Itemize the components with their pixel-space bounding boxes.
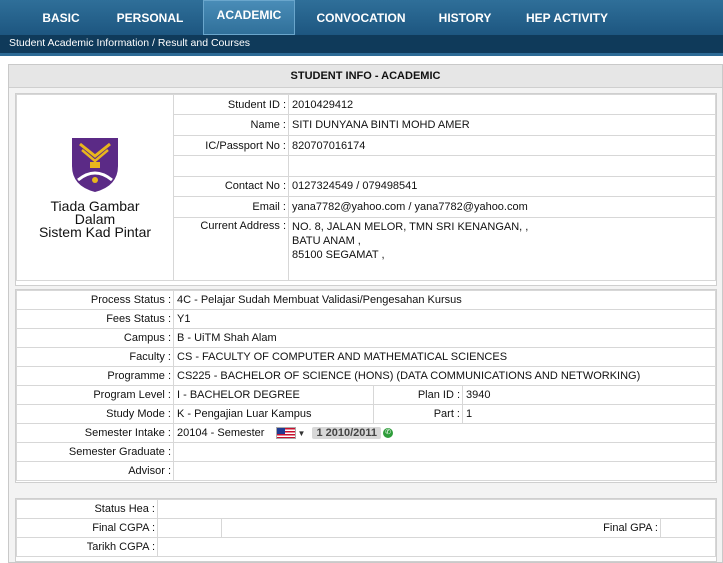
no-image-text: Tiada Gambar Dalam Sistem Kad Pintar bbox=[19, 199, 171, 240]
academic-box: Process Status : 4C - Pelajar Sudah Memb… bbox=[15, 289, 717, 483]
semester-intake-label: Semester Intake : bbox=[16, 423, 174, 443]
student-id-label: Student ID : bbox=[173, 93, 289, 116]
fees-status-value: Y1 bbox=[173, 309, 716, 329]
program-level-label: Program Level : bbox=[16, 385, 174, 405]
campus-label: Campus : bbox=[16, 328, 174, 348]
program-level-value: I - BACHELOR DEGREE bbox=[173, 385, 374, 405]
programme-value: CS225 - BACHELOR OF SCIENCE (HONS) (DATA… bbox=[173, 366, 716, 386]
semester-intake-value: 20104 - Semester ▼ 1 2010/2011 ✆ bbox=[173, 423, 716, 443]
tarikh-cgpa-label: Tarikh CGPA : bbox=[16, 537, 158, 557]
address-label: Current Address : bbox=[173, 216, 289, 282]
tab-hep-activity[interactable]: HEP ACTIVITY bbox=[516, 0, 618, 35]
final-cgpa-label: Final CGPA : bbox=[16, 518, 158, 538]
tab-convocation[interactable]: CONVOCATION bbox=[307, 0, 415, 35]
tab-personal[interactable]: PERSONAL bbox=[106, 0, 194, 35]
address-line-1: NO. 8, JALAN MELOR, TMN SRI KENANGAN, , bbox=[292, 220, 529, 233]
breadcrumb-text: Student Academic Information / Result an… bbox=[9, 37, 251, 49]
ic-label: IC/Passport No : bbox=[173, 134, 289, 157]
advisor-label: Advisor : bbox=[16, 461, 174, 481]
semester-graduate-label: Semester Graduate : bbox=[16, 442, 174, 462]
semester-graduate-value bbox=[173, 442, 716, 462]
panel-title: STUDENT INFO - ACADEMIC bbox=[9, 65, 722, 88]
contact-label: Contact No : bbox=[173, 175, 289, 198]
semester-badge: 1 2010/2011 bbox=[312, 426, 382, 439]
top-navigation: BASIC PERSONAL ACADEMIC CONVOCATION HIST… bbox=[0, 0, 723, 35]
name-label: Name : bbox=[173, 114, 289, 136]
name-value: SITI DUNYANA BINTI MOHD AMER bbox=[288, 114, 716, 136]
semester-intake-text: 20104 - Semester bbox=[177, 426, 265, 439]
status-hea-label: Status Hea : bbox=[16, 499, 158, 519]
student-photo: Tiada Gambar Dalam Sistem Kad Pintar bbox=[16, 94, 174, 281]
ic-value: 820707016174 bbox=[288, 134, 716, 157]
campus-value: B - UiTM Shah Alam bbox=[173, 328, 716, 348]
contact-value: 0127324549 / 079498541 bbox=[288, 175, 716, 198]
faculty-label: Faculty : bbox=[16, 347, 174, 367]
tab-history[interactable]: HISTORY bbox=[428, 0, 502, 35]
chevron-down-icon[interactable]: ▼ bbox=[298, 429, 306, 438]
address-line-2: BATU ANAM , bbox=[292, 234, 361, 247]
part-value: 1 bbox=[462, 404, 716, 424]
blank-value bbox=[288, 155, 716, 177]
plan-id-value: 3940 bbox=[462, 385, 716, 405]
tab-basic[interactable]: BASIC bbox=[20, 0, 102, 35]
no-image-line-3: Sistem Kad Pintar bbox=[38, 224, 152, 240]
part-label: Part : bbox=[373, 404, 463, 424]
fees-status-label: Fees Status : bbox=[16, 309, 174, 329]
final-gpa-label: Final GPA : bbox=[221, 518, 661, 538]
profile-box: Tiada Gambar Dalam Sistem Kad Pintar Stu… bbox=[15, 93, 717, 286]
faculty-value: CS - FACULTY OF COMPUTER AND MATHEMATICA… bbox=[173, 347, 716, 367]
academic-table: Process Status : 4C - Pelajar Sudah Memb… bbox=[16, 290, 716, 481]
study-mode-value: K - Pengajian Luar Kampus bbox=[173, 404, 374, 424]
results-table: Status Hea : Final CGPA : Final GPA : Ta… bbox=[16, 499, 716, 557]
student-id-value: 2010429412 bbox=[288, 93, 716, 116]
results-box: Status Hea : Final CGPA : Final GPA : Ta… bbox=[15, 498, 717, 562]
final-cgpa-value bbox=[157, 518, 222, 538]
blank-label bbox=[173, 155, 289, 177]
address-line-3: 85100 SEGAMAT , bbox=[292, 248, 385, 261]
process-status-value: 4C - Pelajar Sudah Membuat Validasi/Peng… bbox=[173, 290, 716, 310]
process-status-label: Process Status : bbox=[16, 290, 174, 310]
study-mode-label: Study Mode : bbox=[16, 404, 174, 424]
plan-id-label: Plan ID : bbox=[373, 385, 463, 405]
malaysia-flag-icon[interactable] bbox=[275, 427, 296, 440]
tab-academic[interactable]: ACADEMIC bbox=[203, 0, 295, 35]
status-hea-value bbox=[157, 499, 716, 519]
tarikh-cgpa-value bbox=[157, 537, 716, 557]
final-gpa-value bbox=[660, 518, 716, 538]
email-value: yana7782@yahoo.com / yana7782@yahoo.com bbox=[288, 196, 716, 218]
phone-icon[interactable]: ✆ bbox=[383, 428, 394, 439]
address-value: NO. 8, JALAN MELOR, TMN SRI KENANGAN, , … bbox=[288, 216, 716, 282]
uitm-logo-icon bbox=[72, 138, 118, 192]
programme-label: Programme : bbox=[16, 366, 174, 386]
nav-divider bbox=[0, 53, 723, 56]
advisor-value bbox=[173, 461, 716, 481]
academic-info-panel: STUDENT INFO - ACADEMIC Tiada Gambar Dal… bbox=[8, 64, 723, 563]
profile-table: Tiada Gambar Dalam Sistem Kad Pintar Stu… bbox=[16, 93, 716, 282]
email-label: Email : bbox=[173, 196, 289, 218]
breadcrumb: Student Academic Information / Result an… bbox=[0, 35, 723, 53]
